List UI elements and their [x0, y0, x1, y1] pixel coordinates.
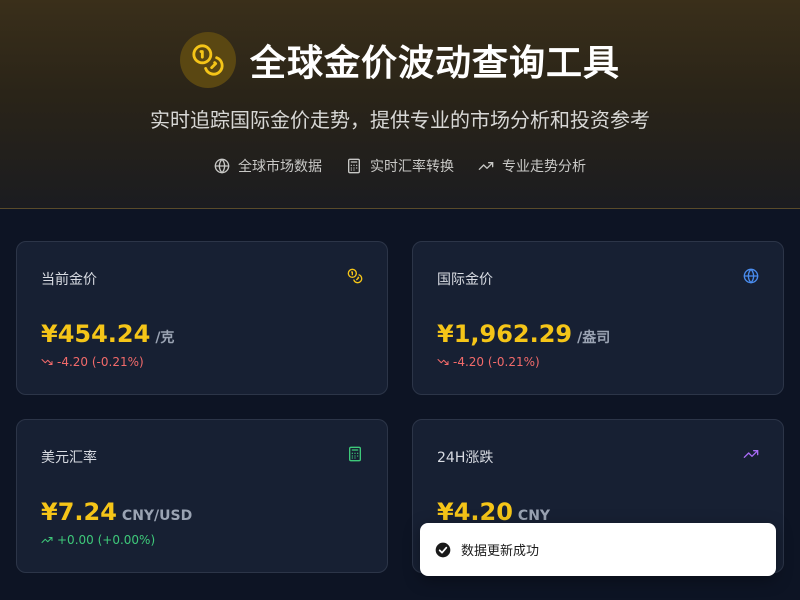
card-title: 美元汇率: [41, 450, 97, 466]
price-value: ¥1,962.29: [437, 320, 573, 348]
feature-label: 实时汇率转换: [370, 159, 454, 175]
price-unit: CNY: [517, 508, 551, 524]
trending-up-icon: [478, 162, 494, 170]
card-title: 24H涨跌: [437, 450, 494, 466]
feature-label: 全球市场数据: [238, 159, 322, 175]
header-banner: 全球金价波动查询工具 实时追踪国际金价走势，提供专业的市场分析和投资参考 全球市…: [0, 0, 800, 209]
price-unit: /克: [155, 330, 175, 346]
price-value: ¥7.24: [41, 498, 117, 526]
feature-label: 专业走势分析: [502, 159, 586, 175]
title-row: 全球金价波动查询工具: [0, 32, 800, 88]
change-text: -4.20 (-0.21%): [57, 355, 144, 369]
price-display: ¥1,962.29 /盎司: [437, 320, 610, 348]
trending-up-icon: [743, 450, 759, 458]
price-unit: /盎司: [577, 330, 611, 346]
card-international-gold-price: 国际金价 ¥1,962.29 /盎司 -4.20 (-0.21%): [412, 241, 784, 395]
card-title: 国际金价: [437, 272, 493, 288]
globe-icon: [214, 158, 230, 174]
calculator-icon: [349, 446, 361, 462]
price-change: -4.20 (-0.21%): [41, 355, 144, 369]
price-unit: CNY/USD: [121, 508, 193, 524]
price-display: ¥4.20 CNY: [437, 498, 550, 526]
feature-exchange-rate: 实时汇率转换: [346, 156, 454, 176]
trending-up-icon: [41, 537, 53, 543]
coins-logo-icon: [179, 32, 236, 88]
card-usd-exchange-rate: 美元汇率 ¥7.24 CNY/USD +0.00 (+0.00%): [16, 419, 388, 573]
success-toast[interactable]: 数据更新成功: [420, 523, 776, 576]
price-change: +0.00 (+0.00%): [41, 533, 155, 547]
page-title: 全球金价波动查询工具: [249, 43, 620, 84]
price-value: ¥454.24: [41, 320, 151, 348]
page-subtitle: 实时追踪国际金价走势，提供专业的市场分析和投资参考: [150, 108, 650, 132]
toast-message: 数据更新成功: [461, 544, 540, 559]
trending-down-icon: [41, 359, 53, 365]
card-title: 当前金价: [41, 272, 97, 288]
trending-down-icon: [437, 359, 449, 365]
price-display: ¥454.24 /克: [41, 320, 174, 348]
coins-icon: [347, 268, 363, 284]
feature-list: 全球市场数据 实时汇率转换 专业走势分析: [0, 156, 800, 176]
feature-trend-analysis: 专业走势分析: [478, 156, 586, 176]
card-current-gold-price: 当前金价 ¥454.24 /克 -4.20 (-0.21%): [16, 241, 388, 395]
check-circle-icon: [435, 542, 451, 557]
globe-icon: [743, 268, 759, 284]
price-change: -4.20 (-0.21%): [437, 355, 540, 369]
feature-global-data: 全球市场数据: [214, 156, 322, 176]
change-text: -4.20 (-0.21%): [453, 355, 540, 369]
change-text: +0.00 (+0.00%): [57, 533, 156, 547]
price-display: ¥7.24 CNY/USD: [41, 498, 192, 526]
price-value: ¥4.20: [437, 498, 513, 526]
calculator-icon: [348, 158, 360, 174]
